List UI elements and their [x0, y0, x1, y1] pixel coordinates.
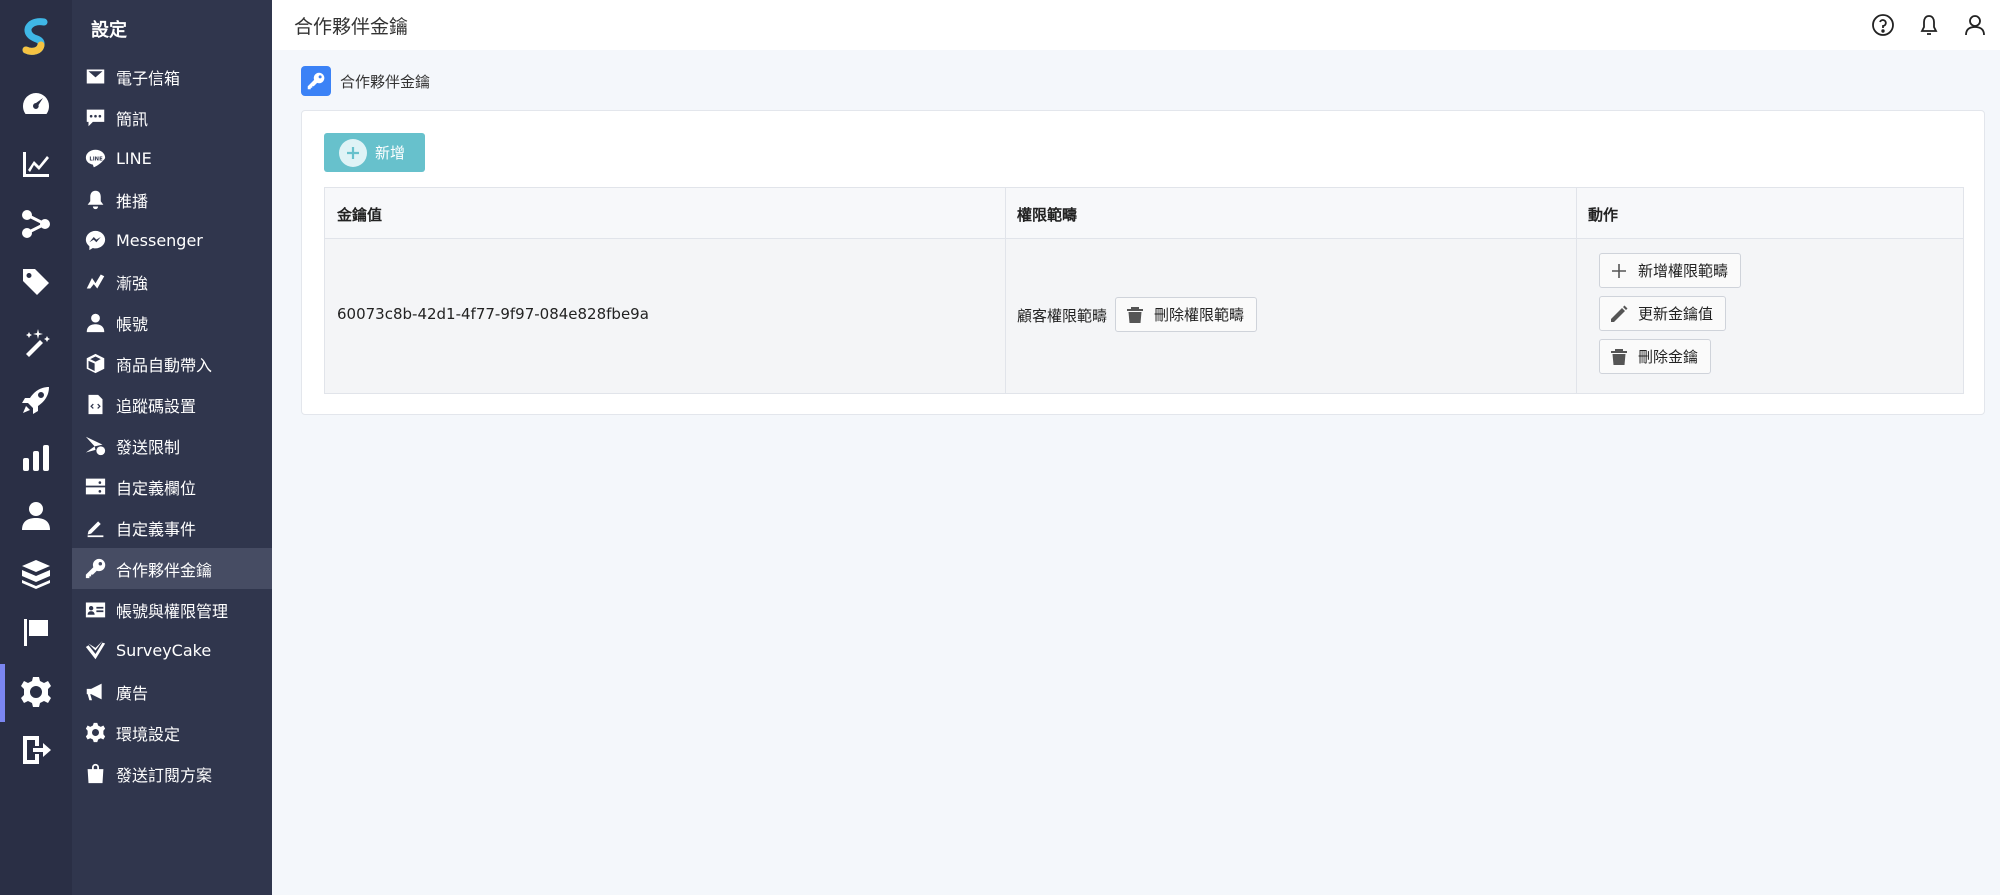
- plus-circle-icon: [339, 138, 367, 167]
- server-icon: [83, 475, 107, 499]
- settings-icon[interactable]: [18, 674, 54, 710]
- tag-icon[interactable]: [18, 264, 54, 300]
- app-logo-icon[interactable]: [18, 18, 54, 58]
- settings-menu: 設定 電子信箱 簡訊 LINE LINE 推播 Messenger 漸強 帳號 …: [72, 0, 272, 895]
- sidebar-item-account[interactable]: 帳號: [72, 302, 272, 343]
- share-icon[interactable]: [18, 206, 54, 242]
- update-key-button[interactable]: 更新金鑰值: [1599, 296, 1727, 331]
- sidebar-item-product-import[interactable]: 商品自動帶入: [72, 343, 272, 384]
- icon-rail: [0, 0, 72, 895]
- menu-title: 設定: [91, 20, 127, 41]
- shopping-bag-icon: [83, 762, 107, 786]
- chat-icon: [83, 106, 107, 130]
- top-header: 合作夥伴金鑰: [272, 0, 2000, 50]
- column-header-key-value: 金鑰值: [337, 206, 383, 224]
- rocket-icon[interactable]: [18, 382, 54, 418]
- logout-icon[interactable]: [18, 732, 54, 768]
- key-value-cell: 60073c8b-42d1-4f77-9f97-084e828fbe9a: [337, 305, 649, 323]
- rail-active-indicator: [0, 664, 5, 722]
- sidebar-item-permissions[interactable]: 帳號與權限管理: [72, 589, 272, 630]
- sidebar-item-line[interactable]: LINE LINE: [72, 138, 272, 179]
- gear-icon: [83, 721, 107, 745]
- bell-icon: [83, 188, 107, 212]
- sidebar-item-subscription[interactable]: 發送訂閱方案: [72, 753, 272, 794]
- sidebar-item-surveycake[interactable]: SurveyCake: [72, 630, 272, 671]
- plus-icon: [1612, 263, 1626, 278]
- send-limit-icon: [83, 434, 107, 458]
- breadcrumb: 合作夥伴金鑰: [301, 66, 430, 96]
- breadcrumb-label: 合作夥伴金鑰: [340, 72, 431, 91]
- sidebar-item-ads[interactable]: 廣告: [72, 671, 272, 712]
- account-icon[interactable]: [1962, 12, 1988, 38]
- add-key-button[interactable]: 新增: [324, 133, 425, 172]
- column-divider: [1005, 188, 1006, 393]
- trash-icon: [1127, 306, 1143, 323]
- sidebar-item-custom-fields[interactable]: 自定義欄位: [72, 466, 272, 507]
- notification-bell-icon[interactable]: [1916, 12, 1942, 38]
- envelope-icon: [83, 65, 107, 89]
- sidebar-item-send-limit[interactable]: 發送限制: [72, 425, 272, 466]
- key-icon: [83, 557, 107, 581]
- column-divider: [1576, 188, 1577, 393]
- code-file-icon: [83, 393, 107, 417]
- sidebar-item-tracking-code[interactable]: 追蹤碼設置: [72, 384, 272, 425]
- partner-keys-table: 金鑰值 權限範疇 動作 60073c8b-42d1-4f77-9f97-084e…: [324, 187, 1964, 394]
- magic-wand-icon[interactable]: [18, 324, 54, 360]
- trash-icon: [1611, 348, 1627, 365]
- sidebar-item-messenger[interactable]: Messenger: [72, 220, 272, 261]
- table-row: 60073c8b-42d1-4f77-9f97-084e828fbe9a 顧客權…: [325, 239, 1963, 393]
- sidebar-item-partner-keys[interactable]: 合作夥伴金鑰: [72, 548, 272, 589]
- partner-keys-card: 新增 金鑰值 權限範疇 動作 60073c8b-42d1-4f77-9f97-0…: [301, 110, 1985, 415]
- column-header-actions: 動作: [1588, 206, 1619, 224]
- megaphone-icon: [83, 680, 107, 704]
- sidebar-item-push[interactable]: 推播: [72, 179, 272, 220]
- box-icon: [83, 352, 107, 376]
- sidebar-item-custom-events[interactable]: 自定義事件: [72, 507, 272, 548]
- person-icon[interactable]: [18, 498, 54, 534]
- pencil-icon: [1611, 305, 1628, 322]
- boxes-icon[interactable]: [18, 556, 54, 592]
- help-icon[interactable]: [1870, 12, 1896, 38]
- bar-chart-icon[interactable]: [18, 440, 54, 476]
- delete-key-button[interactable]: 刪除金鑰: [1599, 339, 1712, 374]
- flag-icon[interactable]: [18, 614, 54, 650]
- table-header-row: 金鑰值 權限範疇 動作: [325, 188, 1963, 239]
- page-title: 合作夥伴金鑰: [294, 16, 409, 38]
- key-icon: [301, 66, 331, 96]
- sidebar-item-email[interactable]: 電子信箱: [72, 56, 272, 97]
- surveycake-icon: [83, 639, 107, 663]
- column-header-scope: 權限範疇: [1017, 206, 1078, 224]
- user-icon: [83, 311, 107, 335]
- sidebar-item-environment[interactable]: 環境設定: [72, 712, 272, 753]
- line-chart-icon[interactable]: [18, 146, 54, 182]
- pen-icon: [83, 516, 107, 540]
- delete-scope-button[interactable]: 刪除權限範疇: [1115, 297, 1258, 332]
- crescendo-icon: [83, 270, 107, 294]
- messenger-icon: [83, 229, 107, 253]
- dashboard-icon[interactable]: [18, 86, 54, 122]
- sidebar-item-crescendo[interactable]: 漸強: [72, 261, 272, 302]
- line-icon: LINE: [83, 147, 107, 171]
- svg-text:LINE: LINE: [89, 156, 103, 162]
- id-card-icon: [83, 598, 107, 622]
- scope-label: 顧客權限範疇: [1017, 307, 1108, 325]
- sidebar-item-sms[interactable]: 簡訊: [72, 97, 272, 138]
- add-scope-button[interactable]: 新增權限範疇: [1599, 253, 1742, 288]
